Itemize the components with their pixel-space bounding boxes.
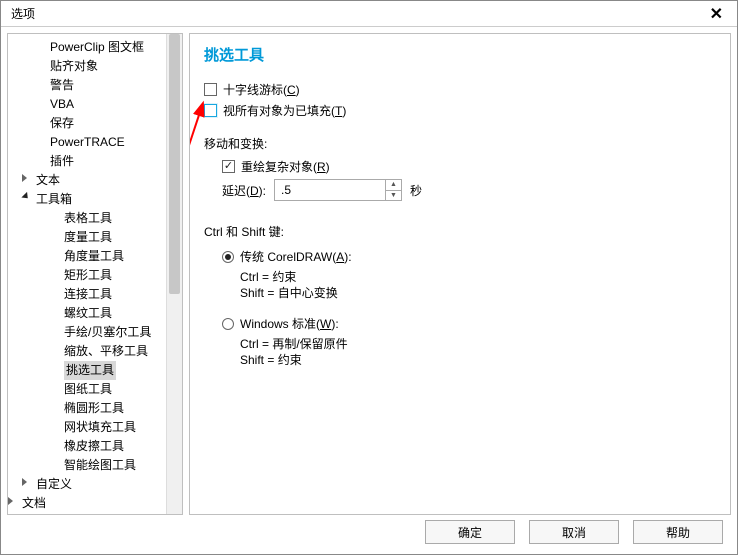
checkbox-treat-filled[interactable]: 视所有对象为已填充(T): [204, 102, 716, 119]
tree-item[interactable]: PowerClip 图文框: [8, 38, 166, 57]
section-ctrl-shift: Ctrl 和 Shift 键:: [204, 223, 716, 240]
tree-item[interactable]: PowerTRACE: [8, 133, 166, 152]
radio-windows-desc1: Ctrl = 再制/保留原件: [240, 336, 716, 352]
tree-item[interactable]: 椭圆形工具: [8, 399, 166, 418]
tree-item[interactable]: 工具箱: [8, 190, 166, 209]
tree-item[interactable]: 连接工具: [8, 285, 166, 304]
tree-item[interactable]: 插件: [8, 152, 166, 171]
close-icon[interactable]: ✕: [702, 4, 731, 24]
delay-unit: 秒: [410, 182, 422, 199]
delay-label: 延迟(D):: [222, 182, 266, 199]
radio-traditional-desc2: Shift = 自中心变换: [240, 285, 716, 301]
tree-item[interactable]: 文档: [8, 494, 166, 513]
tree-item[interactable]: 表格工具: [8, 209, 166, 228]
main-panel: 挑选工具 十字线游标(C) 视所有对象为已填充(T) 移动和变换: ✓ 重绘复杂…: [189, 33, 731, 515]
tree-item[interactable]: VBA: [8, 95, 166, 114]
spin-up-icon[interactable]: ▲: [386, 180, 401, 191]
arrow-closed-icon[interactable]: [22, 478, 27, 486]
tree-item[interactable]: 全局: [8, 513, 166, 514]
radio-traditional[interactable]: 传统 CorelDRAW(A):: [222, 248, 716, 265]
scrollbar-thumb[interactable]: [169, 34, 180, 294]
tree-item[interactable]: 橡皮擦工具: [8, 437, 166, 456]
radio-windows[interactable]: Windows 标准(W):: [222, 315, 716, 332]
help-button[interactable]: 帮助: [633, 520, 723, 544]
tree-item[interactable]: 缩放、平移工具: [8, 342, 166, 361]
radio-traditional-desc1: Ctrl = 约束: [240, 269, 716, 285]
tree-item[interactable]: 贴齐对象: [8, 57, 166, 76]
tree-item[interactable]: 角度量工具: [8, 247, 166, 266]
tree-item[interactable]: 图纸工具: [8, 380, 166, 399]
tree-item[interactable]: 自定义: [8, 475, 166, 494]
tree-item[interactable]: 网状填充工具: [8, 418, 166, 437]
tree-item-selected[interactable]: 挑选工具: [64, 361, 116, 380]
tree-item[interactable]: 警告: [8, 76, 166, 95]
checkbox-redraw[interactable]: ✓ 重绘复杂对象(R): [222, 158, 716, 175]
arrow-open-icon[interactable]: [21, 192, 30, 201]
tree-item[interactable]: 保存: [8, 114, 166, 133]
cancel-button[interactable]: 取消: [529, 520, 619, 544]
panel-title: 挑选工具: [204, 44, 716, 65]
delay-input[interactable]: [275, 180, 385, 200]
tree-item[interactable]: 度量工具: [8, 228, 166, 247]
arrow-closed-icon[interactable]: [22, 174, 27, 182]
spin-down-icon[interactable]: ▼: [386, 191, 401, 201]
tree-panel: PowerClip 图文框贴齐对象警告VBA保存PowerTRACE插件文本工具…: [7, 33, 183, 515]
tree-item[interactable]: 手绘/贝塞尔工具: [8, 323, 166, 342]
section-move-transform: 移动和变换:: [204, 135, 716, 152]
tree-item[interactable]: 文本: [8, 171, 166, 190]
delay-spinner[interactable]: ▲ ▼: [274, 179, 402, 201]
arrow-closed-icon[interactable]: [8, 497, 13, 505]
radio-windows-desc2: Shift = 约束: [240, 352, 716, 368]
tree-item[interactable]: 矩形工具: [8, 266, 166, 285]
window-title: 选项: [11, 5, 35, 22]
ok-button[interactable]: 确定: [425, 520, 515, 544]
tree-scrollbar[interactable]: [166, 34, 182, 514]
tree-item[interactable]: 螺纹工具: [8, 304, 166, 323]
tree-item[interactable]: 智能绘图工具: [8, 456, 166, 475]
checkbox-crosshair[interactable]: 十字线游标(C): [204, 81, 716, 98]
